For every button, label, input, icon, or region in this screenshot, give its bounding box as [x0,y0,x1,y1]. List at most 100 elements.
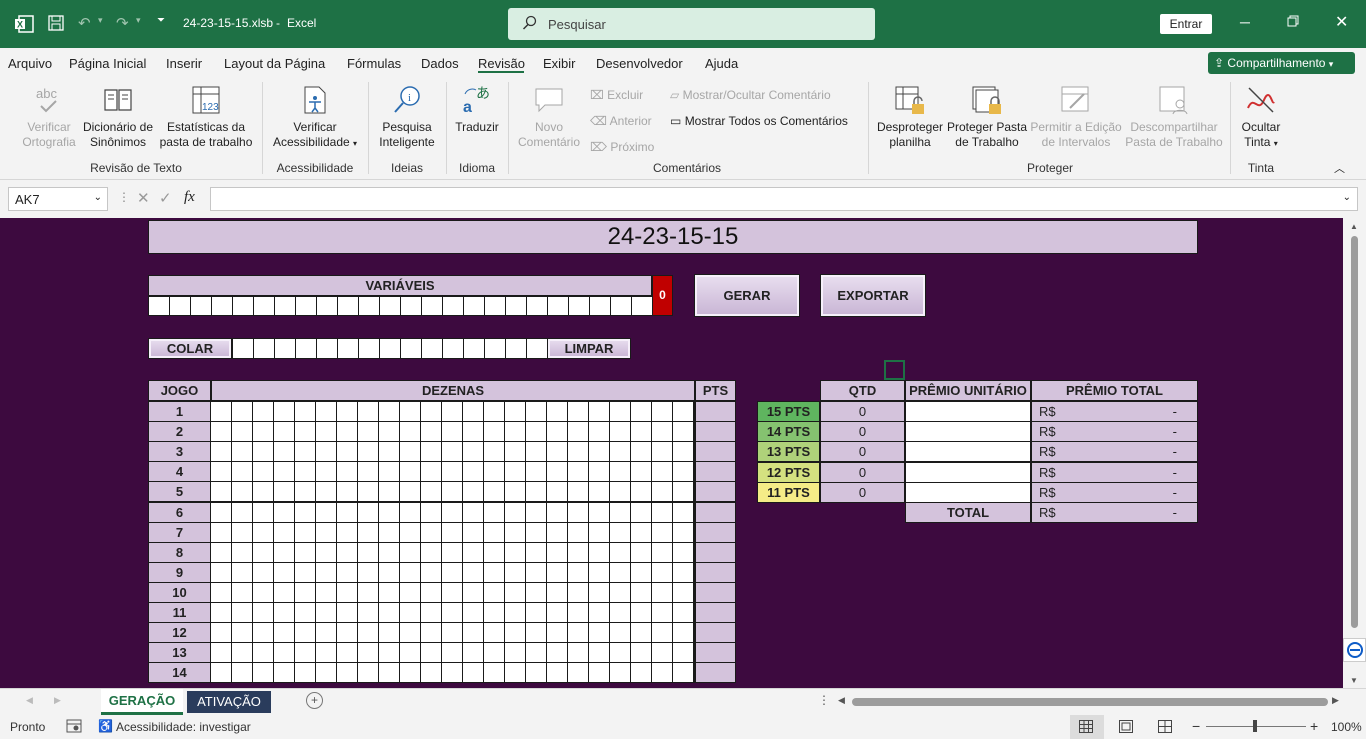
next-comment-button[interactable]: ⌦ Próximo [590,140,654,154]
dezena-cell[interactable] [631,482,652,502]
dezena-cell[interactable] [631,663,652,683]
dezena-cell[interactable] [610,603,631,622]
dezena-cell[interactable] [358,482,379,502]
dezena-cell[interactable] [274,603,295,622]
dezena-cell[interactable] [463,502,484,522]
chevron-down-icon[interactable]: ⌄ [94,192,102,203]
dezena-cell[interactable] [337,623,358,643]
dezena-cell[interactable] [652,643,673,663]
dezena-cell[interactable] [253,462,274,482]
dezena-cell[interactable] [400,582,421,602]
dezena-cell[interactable] [316,462,337,482]
dezena-cell[interactable] [610,582,631,602]
dezena-cell[interactable] [295,402,316,421]
dezena-cell[interactable] [232,522,253,542]
dezena-cell[interactable] [337,603,358,622]
variavel-cell[interactable] [548,297,569,315]
show-hide-comment-button[interactable]: ▱ Mostrar/Ocultar Comentário [670,88,831,102]
dezena-cell[interactable] [631,502,652,522]
dezenas-cells[interactable] [211,501,695,523]
dezena-cell[interactable] [505,582,526,602]
dezena-cell[interactable] [547,442,568,462]
dezena-cell[interactable] [421,402,442,421]
dezena-cell[interactable] [253,402,274,421]
tab-ativacao[interactable]: ATIVAÇÃO [187,691,271,713]
dezena-cell[interactable] [253,502,274,522]
dezena-cell[interactable] [484,522,505,542]
dezena-cell[interactable] [568,562,589,582]
menu-dados[interactable]: Dados [421,56,459,71]
dezena-cell[interactable] [589,502,610,522]
dezena-cell[interactable] [652,442,673,462]
variavel-cell[interactable] [632,297,653,315]
dezena-cell[interactable] [379,522,400,542]
dezena-cell[interactable] [505,462,526,482]
dezena-cell[interactable] [589,442,610,462]
dezena-cell[interactable] [358,422,379,442]
dezena-cell[interactable] [442,603,463,622]
dezena-cell[interactable] [232,542,253,562]
hide-ink-button[interactable]: Ocultar Tinta ▾ [1236,84,1286,151]
dezena-cell[interactable] [568,442,589,462]
dezena-cell[interactable] [337,462,358,482]
dezena-cell[interactable] [505,522,526,542]
dezena-cell[interactable] [253,663,274,683]
accessibility-status[interactable]: Acessibilidade: investigar [116,720,251,734]
dezena-cell[interactable] [358,623,379,643]
dezena-cell[interactable] [295,422,316,442]
customize-toolbar-icon[interactable]: ⏷ [157,15,165,26]
dezena-cell[interactable] [253,442,274,462]
dezena-cell[interactable] [505,402,526,421]
workbook-stats-button[interactable]: 123 Estatísticas da pasta de trabalho [158,84,254,150]
menu-ajuda[interactable]: Ajuda [705,56,738,71]
dezena-cell[interactable] [673,522,694,542]
dezena-cell[interactable] [316,663,337,683]
dezena-cell[interactable] [673,482,694,502]
dezena-cell[interactable] [316,562,337,582]
dezena-cell[interactable] [610,643,631,663]
dezena-cell[interactable] [505,502,526,522]
dezena-cell[interactable] [253,623,274,643]
dezena-cell[interactable] [505,663,526,683]
search-box[interactable]: Pesquisar [508,8,875,40]
zoom-slider-thumb[interactable] [1253,720,1257,732]
dezena-cell[interactable] [379,603,400,622]
spelling-button[interactable]: abc Verificar Ortografia [14,84,84,150]
dezena-cell[interactable] [463,623,484,643]
protect-workbook-button[interactable]: Proteger Pasta de Trabalho [946,84,1028,150]
dezena-cell[interactable] [589,422,610,442]
menu-revisao[interactable]: Revisão [478,56,525,71]
dezena-cell[interactable] [232,502,253,522]
dezena-cell[interactable] [316,603,337,622]
dezena-cell[interactable] [442,482,463,502]
dezena-cell[interactable] [631,562,652,582]
dezena-cell[interactable] [484,663,505,683]
tab-geracao[interactable]: GERAÇÃO [101,689,183,715]
variavel-cell[interactable] [359,297,380,315]
dezena-cell[interactable] [568,623,589,643]
dezena-cell[interactable] [526,603,547,622]
dezena-cell[interactable] [253,522,274,542]
dezena-cell[interactable] [421,582,442,602]
name-box[interactable]: AK7 ⌄ [8,187,108,211]
dezena-cell[interactable] [652,522,673,542]
dezena-cell[interactable] [526,482,547,502]
dezena-cell[interactable] [568,663,589,683]
dezena-cell[interactable] [232,582,253,602]
dezena-cell[interactable] [295,582,316,602]
dezena-cell[interactable] [547,482,568,502]
scroll-up-icon[interactable]: ▲ [1350,222,1358,231]
dezena-cell[interactable] [484,502,505,522]
dezena-cell[interactable] [274,422,295,442]
dezena-cell[interactable] [316,643,337,663]
dezena-cell[interactable] [232,402,253,421]
dezena-cell[interactable] [568,522,589,542]
expand-formula-icon[interactable]: ⌄ [1343,192,1351,203]
dezena-cell[interactable] [589,603,610,622]
menu-pagina-inicial[interactable]: Página Inicial [69,56,146,71]
tab-scroll-right-icon[interactable]: ▶ [54,695,61,706]
dezena-cell[interactable] [652,603,673,622]
dezena-cell[interactable] [652,542,673,562]
dezena-cell[interactable] [589,623,610,643]
dezena-cell[interactable] [211,663,232,683]
